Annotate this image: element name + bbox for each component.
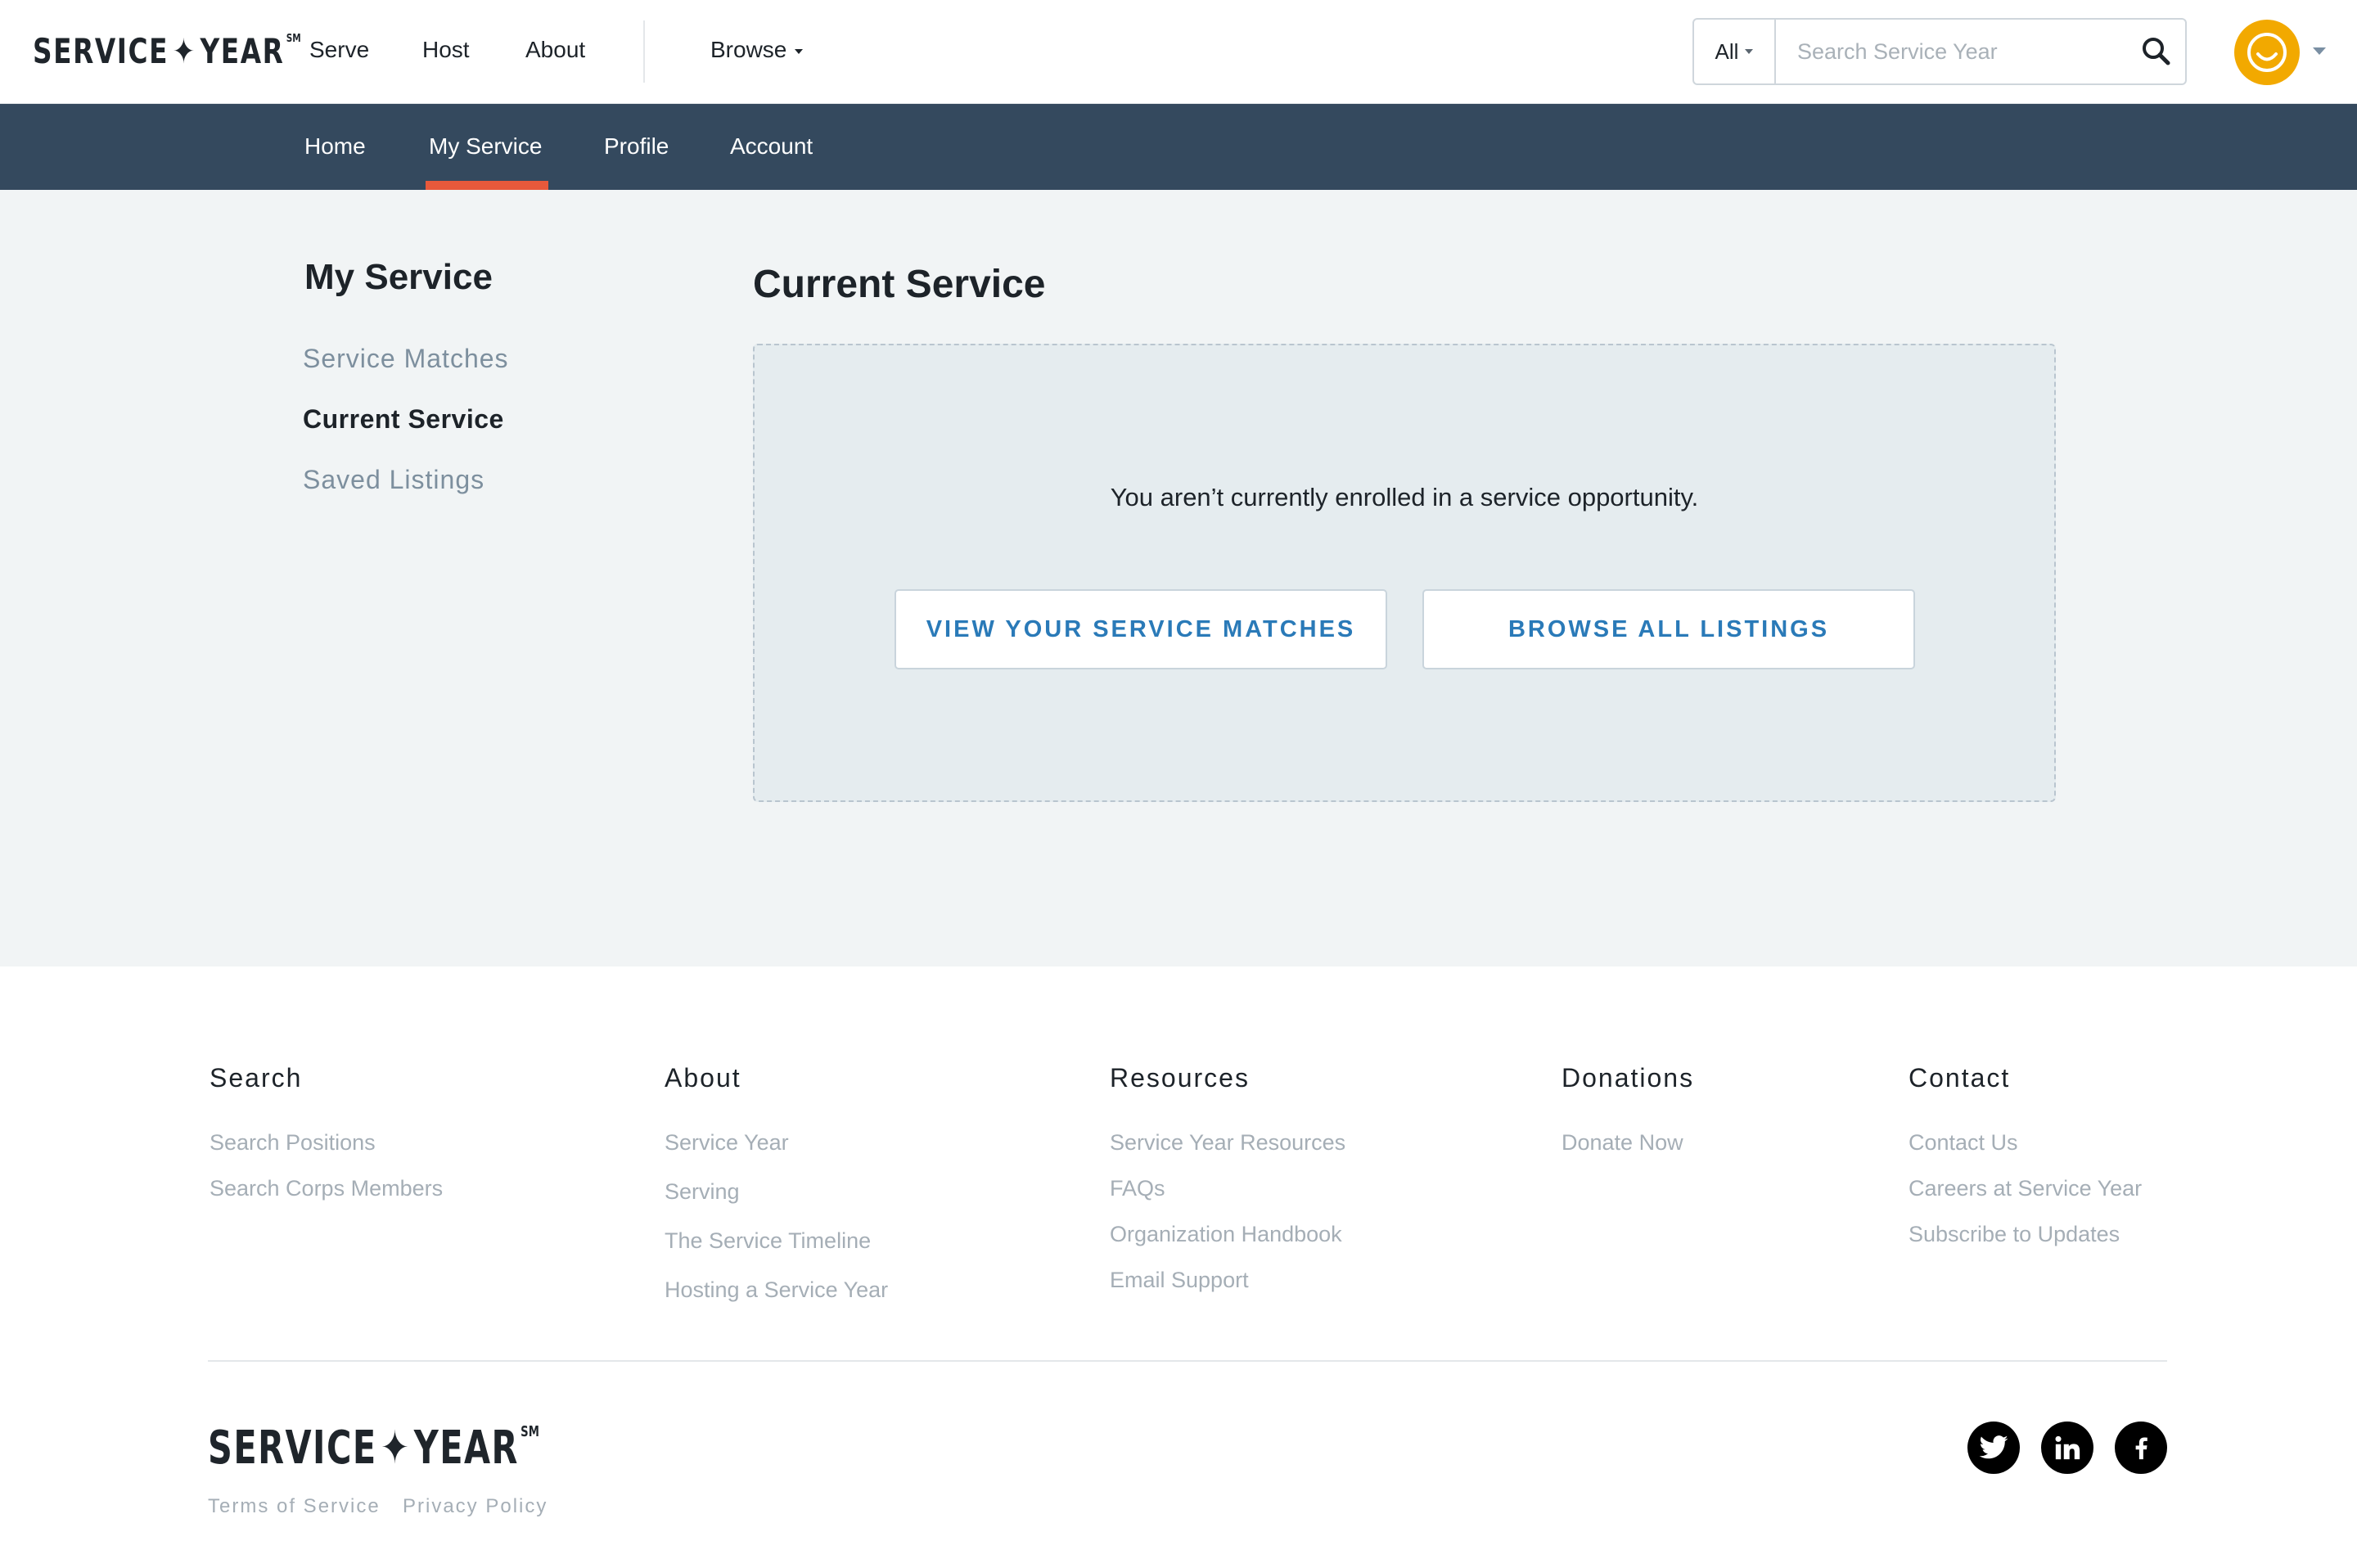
- footer-link[interactable]: Hosting a Service Year: [665, 1277, 888, 1303]
- search-input[interactable]: [1776, 20, 2136, 83]
- nav-browse-dropdown[interactable]: Browse: [710, 37, 804, 63]
- facebook-link[interactable]: [2115, 1422, 2167, 1474]
- footer-link[interactable]: Serving: [665, 1179, 740, 1205]
- main-content: My Service Service Matches Current Servi…: [0, 190, 2357, 966]
- footer-heading-about: About: [665, 1063, 741, 1093]
- browse-all-listings-button[interactable]: BROWSE ALL LISTINGS: [1422, 589, 1915, 669]
- account-menu-chevron-icon[interactable]: [2313, 47, 2326, 55]
- footer-link[interactable]: Donate Now: [1562, 1130, 1683, 1156]
- logo-service-mark: SM: [286, 32, 301, 45]
- chevron-down-icon: [1745, 49, 1754, 54]
- footer-heading-search: Search: [210, 1063, 303, 1093]
- footer-link[interactable]: Email Support: [1110, 1268, 1249, 1293]
- user-avatar[interactable]: [2234, 20, 2300, 85]
- footer-divider: [208, 1360, 2167, 1362]
- view-service-matches-button[interactable]: VIEW YOUR SERVICE MATCHES: [895, 589, 1387, 669]
- subnav-account[interactable]: Account: [730, 133, 813, 160]
- service-year-logo[interactable]: SERVICE ✦ YEAR SM: [33, 31, 301, 71]
- subnav-home[interactable]: Home: [304, 133, 366, 160]
- chevron-down-icon: [795, 48, 804, 54]
- footer-link[interactable]: Service Year: [665, 1130, 789, 1156]
- footer-heading-resources: Resources: [1110, 1063, 1250, 1093]
- footer-heading-contact: Contact: [1909, 1063, 2011, 1093]
- subnav-my-service[interactable]: My Service: [429, 133, 542, 160]
- sub-nav: Home My Service Profile Account: [0, 104, 2357, 190]
- search-bar: All: [1692, 18, 2187, 85]
- logo-word-year: YEAR: [413, 1422, 519, 1475]
- top-header: SERVICE ✦ YEAR SM Serve Host About Brows…: [0, 0, 2357, 104]
- twitter-link[interactable]: [1967, 1422, 2020, 1474]
- nav-divider: [643, 20, 645, 83]
- sidebar-item-service-matches[interactable]: Service Matches: [303, 344, 509, 374]
- linkedin-link[interactable]: [2041, 1422, 2093, 1474]
- footer-heading-donations: Donations: [1562, 1063, 1695, 1093]
- privacy-policy-link[interactable]: Privacy Policy: [403, 1495, 548, 1518]
- search-button[interactable]: [2138, 33, 2175, 70]
- logo-star-icon: ✦: [381, 1422, 411, 1475]
- linkedin-icon: [2055, 1435, 2080, 1460]
- sidebar-item-current-service[interactable]: Current Service: [303, 404, 504, 435]
- sidebar-item-saved-listings[interactable]: Saved Listings: [303, 465, 484, 495]
- site-footer: Search Search Positions Search Corps Mem…: [0, 966, 2357, 1568]
- search-icon: [2143, 38, 2170, 65]
- empty-state-panel: You aren’t currently enrolled in a servi…: [753, 344, 2056, 802]
- footer-link[interactable]: Subscribe to Updates: [1909, 1222, 2120, 1247]
- page-title: Current Service: [753, 263, 1046, 306]
- sidebar-title: My Service: [304, 257, 493, 297]
- terms-of-service-link[interactable]: Terms of Service: [208, 1495, 381, 1518]
- logo-word-service: SERVICE: [208, 1422, 377, 1475]
- footer-link[interactable]: The Service Timeline: [665, 1228, 871, 1254]
- footer-logo[interactable]: SERVICE ✦ YEAR SM: [208, 1422, 539, 1475]
- logo-word-service: SERVICE: [33, 31, 169, 71]
- nav-browse-label: Browse: [710, 37, 787, 62]
- nav-host[interactable]: Host: [422, 37, 470, 63]
- search-scope-select[interactable]: All: [1694, 20, 1776, 83]
- logo-word-year: YEAR: [200, 31, 285, 71]
- footer-link[interactable]: Organization Handbook: [1110, 1222, 1342, 1247]
- smiley-face-icon: [2247, 33, 2287, 72]
- nav-serve[interactable]: Serve: [309, 37, 369, 63]
- footer-link[interactable]: Search Positions: [210, 1130, 376, 1156]
- subnav-profile[interactable]: Profile: [604, 133, 669, 160]
- empty-state-message: You aren’t currently enrolled in a servi…: [1110, 483, 1699, 511]
- footer-link[interactable]: Contact Us: [1909, 1130, 2018, 1156]
- logo-star-icon: ✦: [172, 31, 196, 71]
- facebook-icon: [2135, 1437, 2147, 1460]
- footer-link[interactable]: FAQs: [1110, 1176, 1165, 1201]
- active-tab-indicator: [426, 181, 548, 190]
- footer-link[interactable]: Search Corps Members: [210, 1176, 443, 1201]
- footer-link[interactable]: Service Year Resources: [1110, 1130, 1345, 1156]
- search-scope-label: All: [1715, 38, 1739, 64]
- logo-service-mark: SM: [521, 1423, 539, 1441]
- twitter-icon: [1979, 1435, 2008, 1459]
- footer-link[interactable]: Careers at Service Year: [1909, 1176, 2142, 1201]
- nav-about[interactable]: About: [525, 37, 585, 63]
